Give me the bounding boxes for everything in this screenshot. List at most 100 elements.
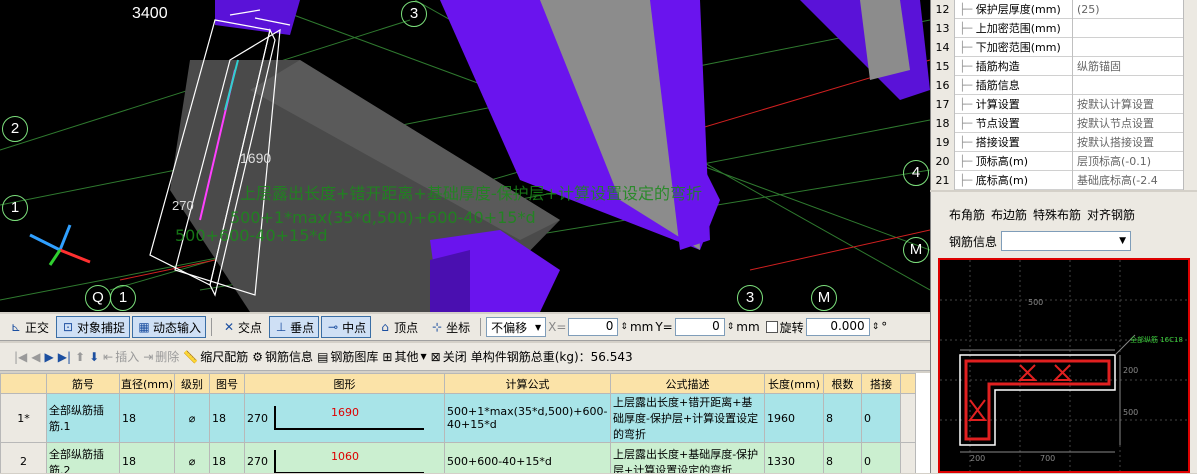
cell-length[interactable]: 1960 bbox=[764, 393, 824, 443]
cell-name[interactable]: 全部纵筋插筋.1 bbox=[46, 393, 120, 443]
prev-record-icon[interactable]: ◀ bbox=[31, 350, 40, 364]
move-down-icon[interactable]: ⬇ bbox=[89, 350, 99, 364]
shape-line: 1690 bbox=[274, 406, 424, 430]
perpendicular-button[interactable]: ⊥ 垂点 bbox=[269, 316, 320, 338]
y-stepper-icon[interactable]: ⇕ bbox=[727, 322, 735, 332]
section-preview[interactable]: 500 200 500 200 700 全部纵筋 16C18 bbox=[938, 258, 1190, 473]
property-row[interactable]: 19 ├─ 搭接设置 按默认搭接设置 bbox=[931, 132, 1197, 152]
midpoint-label: 中点 bbox=[342, 320, 367, 335]
cell-diameter[interactable]: 18 bbox=[119, 442, 175, 473]
cell-grade[interactable]: ⌀ bbox=[174, 442, 210, 473]
rebar-library-button[interactable]: ▤ 钢筋图库 bbox=[317, 348, 378, 365]
cell-lap[interactable]: 0 bbox=[861, 442, 901, 473]
property-name-text: 插筋信息 bbox=[975, 78, 1020, 92]
cell-count[interactable]: 8 bbox=[823, 393, 862, 443]
tree-line-icon: ├─ bbox=[959, 135, 976, 149]
tab-align-rebar[interactable]: 对齐钢筋 bbox=[1087, 206, 1135, 223]
x-stepper-icon[interactable]: ⇕ bbox=[620, 322, 628, 332]
cell-shape[interactable]: 270 1060 bbox=[244, 442, 445, 473]
delete-button[interactable]: ⇥ 删除 bbox=[143, 348, 179, 365]
cell-diameter[interactable]: 18 bbox=[119, 393, 175, 443]
cell-description[interactable]: 上层露出长度+基础厚度-保护层+计算设置设定的弯折 bbox=[610, 442, 765, 473]
rotate-input[interactable]: 0.000 bbox=[805, 318, 870, 336]
col-header-lap: 搭接 bbox=[861, 373, 901, 394]
scale-rebar-button[interactable]: 📏 缩尺配筋 bbox=[183, 348, 248, 365]
property-value[interactable]: 基础底标高(-2.4 bbox=[1073, 172, 1197, 188]
intersection-button[interactable]: ✕ 交点 bbox=[217, 316, 267, 338]
grid-axis-m-bottom: M bbox=[811, 285, 837, 311]
property-row[interactable]: 16 ├─ 插筋信息 bbox=[931, 75, 1197, 95]
next-record-icon[interactable]: ▶ bbox=[45, 350, 54, 364]
cell-lap[interactable]: 0 bbox=[861, 393, 901, 443]
ortho-button[interactable]: ⊾ 正交 bbox=[4, 316, 54, 338]
property-row[interactable]: 18 ├─ 节点设置 按默认节点设置 bbox=[931, 113, 1197, 133]
last-record-icon[interactable]: ▶| bbox=[58, 350, 71, 364]
property-row[interactable]: 14 ├─ 下加密范围(mm) bbox=[931, 37, 1197, 57]
first-record-icon[interactable]: |◀ bbox=[14, 350, 27, 364]
intersection-icon: ✕ bbox=[224, 320, 235, 334]
property-scrollbar[interactable] bbox=[1183, 0, 1197, 190]
move-up-icon[interactable]: ⬆ bbox=[75, 350, 85, 364]
x-unit: mm bbox=[629, 320, 654, 334]
close-button[interactable]: ⊠ 关闭 bbox=[431, 348, 467, 365]
close-icon: ⊠ bbox=[430, 349, 441, 364]
vertex-button[interactable]: ⌂ 顶点 bbox=[373, 316, 423, 338]
property-row[interactable]: 20 ├─ 顶标高(m) 层顶标高(-0.1) bbox=[931, 151, 1197, 171]
property-value[interactable]: 按默认节点设置 bbox=[1073, 115, 1197, 131]
grid-scrollbar[interactable] bbox=[900, 442, 916, 473]
property-name: ├─ 插筋构造 bbox=[955, 56, 1073, 76]
cell-shape[interactable]: 270 1690 bbox=[244, 393, 445, 443]
rotate-stepper-icon[interactable]: ⇕ bbox=[872, 322, 880, 332]
table-row[interactable]: 2 全部纵筋插筋.2 18 ⌀ 18 270 1060 500+600-40+1… bbox=[0, 442, 916, 473]
property-value[interactable]: (25) bbox=[1073, 3, 1197, 16]
property-name: ├─ 保护层厚度(mm) bbox=[955, 0, 1073, 19]
coordinate-button[interactable]: ⊹ 坐标 bbox=[425, 316, 475, 338]
table-row[interactable]: 1* 全部纵筋插筋.1 18 ⌀ 18 270 1690 500+1*max(3… bbox=[0, 393, 916, 443]
cell-count[interactable]: 8 bbox=[823, 442, 862, 473]
grid-scrollbar[interactable] bbox=[900, 393, 916, 443]
dynamic-input-button[interactable]: ▦ 动态输入 bbox=[132, 316, 207, 338]
ruler-icon: 📏 bbox=[183, 349, 199, 364]
x-input[interactable]: 0 bbox=[568, 318, 619, 336]
shape-line: 1060 bbox=[274, 449, 424, 473]
property-number: 12 bbox=[931, 0, 955, 19]
property-row[interactable]: 21 ├─ 底标高(m) 基础底标高(-2.4 bbox=[931, 170, 1197, 190]
grid-axis-3-bottom: 3 bbox=[737, 285, 763, 311]
property-number: 19 bbox=[931, 132, 955, 152]
tab-special-rebar[interactable]: 特殊布筋 bbox=[1033, 206, 1081, 223]
cell-name[interactable]: 全部纵筋插筋.2 bbox=[46, 442, 120, 473]
cell-length[interactable]: 1330 bbox=[764, 442, 824, 473]
section-drawing bbox=[940, 260, 1188, 471]
property-value[interactable]: 层顶标高(-0.1) bbox=[1073, 153, 1197, 169]
midpoint-button[interactable]: ⊸ 中点 bbox=[321, 316, 372, 338]
property-row[interactable]: 12 ├─ 保护层厚度(mm) (25) bbox=[931, 0, 1197, 19]
offset-mode-select[interactable]: 不偏移 ▼ bbox=[486, 317, 547, 337]
y-input[interactable]: 0 bbox=[674, 318, 725, 336]
other-icon: ⊞ bbox=[382, 349, 393, 364]
tab-side-rebar[interactable]: 布边筋 bbox=[991, 206, 1027, 223]
row-index: 2 bbox=[0, 442, 47, 473]
col-header-description: 公式描述 bbox=[610, 373, 765, 394]
property-row[interactable]: 17 ├─ 计算设置 按默认计算设置 bbox=[931, 94, 1197, 114]
property-name: ├─ 插筋信息 bbox=[955, 75, 1073, 95]
cell-description[interactable]: 上层露出长度+错开距离+基础厚度-保护层+计算设置设定的弯折 bbox=[610, 393, 765, 443]
object-snap-button[interactable]: ⊡ 对象捕捉 bbox=[56, 316, 131, 338]
property-value[interactable]: 纵筋锚固 bbox=[1073, 58, 1197, 74]
cell-formula[interactable]: 500+600-40+15*d bbox=[444, 442, 611, 473]
rotate-checkbox[interactable] bbox=[765, 321, 778, 333]
rebar-info-dropdown[interactable]: ▼ bbox=[1001, 231, 1132, 251]
other-menu-button[interactable]: ⊞ 其他 ▼ bbox=[382, 348, 426, 365]
3d-viewport[interactable]: 3400 1690 270 3 2 4 1 M Q 1 3 M 上层露出长度+错… bbox=[0, 0, 930, 312]
tab-corner-rebar[interactable]: 布角筋 bbox=[949, 206, 985, 223]
property-row[interactable]: 15 ├─ 插筋构造 纵筋锚固 bbox=[931, 56, 1197, 76]
cell-figure[interactable]: 18 bbox=[209, 393, 245, 443]
property-value[interactable]: 按默认计算设置 bbox=[1073, 96, 1197, 112]
tree-line-icon: ├─ bbox=[959, 40, 976, 54]
cell-formula[interactable]: 500+1*max(35*d,500)+600-40+15*d bbox=[444, 393, 611, 443]
insert-button[interactable]: ⇤ 插入 bbox=[103, 348, 139, 365]
cell-figure[interactable]: 18 bbox=[209, 442, 245, 473]
property-value[interactable]: 按默认搭接设置 bbox=[1073, 134, 1197, 150]
rebar-info-button[interactable]: ⚙ 钢筋信息 bbox=[252, 348, 313, 365]
property-row[interactable]: 13 ├─ 上加密范围(mm) bbox=[931, 18, 1197, 38]
cell-grade[interactable]: ⌀ bbox=[174, 393, 210, 443]
